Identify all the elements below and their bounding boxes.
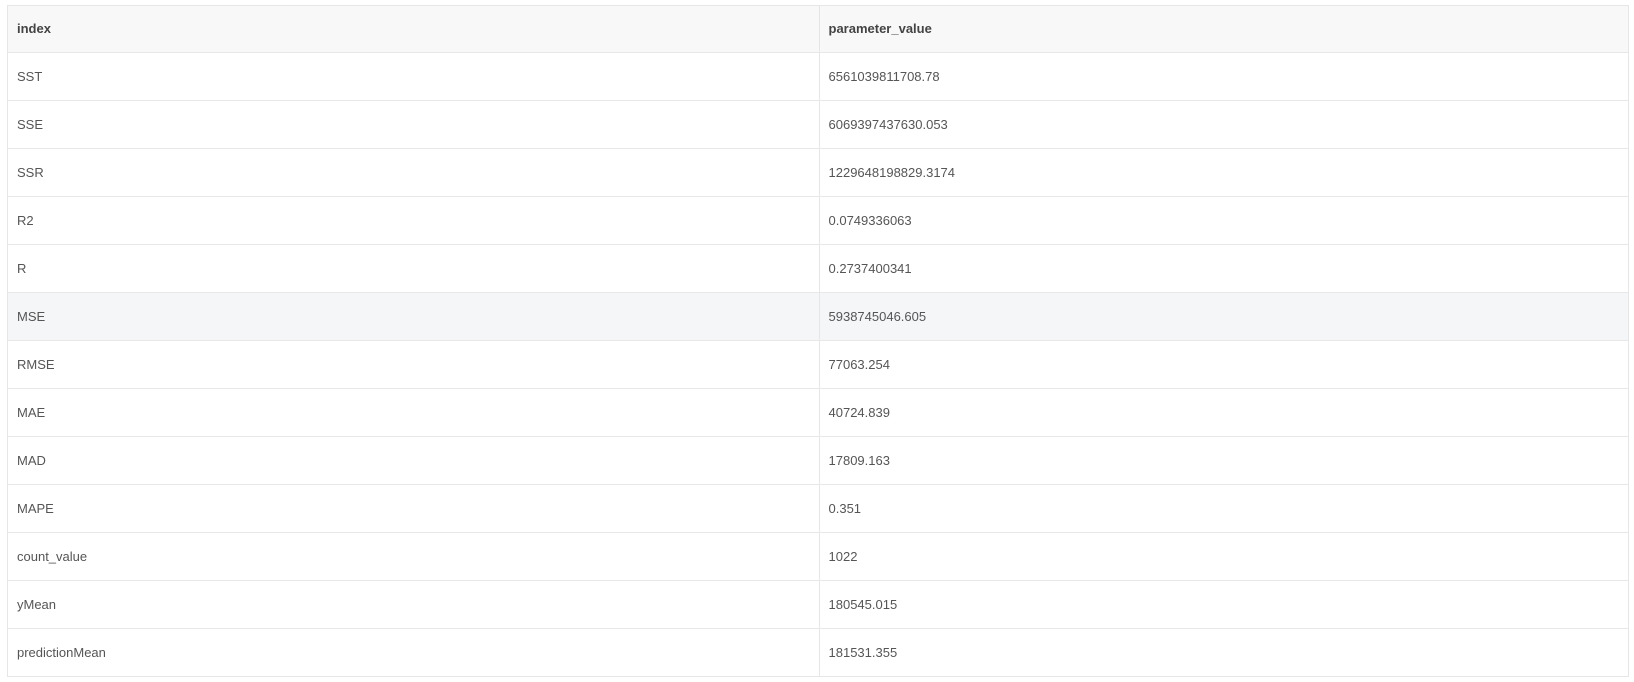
- cell-parameter-value: 5938745046.605: [819, 292, 1628, 341]
- cell-parameter-value: 77063.254: [819, 340, 1628, 389]
- cell-index: predictionMean: [8, 628, 820, 676]
- cell-index: count_value: [8, 532, 820, 581]
- cell-index: MSE: [8, 292, 820, 341]
- cell-parameter-value: 6069397437630.053: [819, 100, 1628, 149]
- metrics-table-container: index parameter_value SST 6561039811708.7…: [7, 5, 1629, 677]
- table-row[interactable]: SSE 6069397437630.053: [8, 100, 1628, 149]
- table-row[interactable]: SSR 1229648198829.3174: [8, 148, 1628, 197]
- table-row[interactable]: R 0.2737400341: [8, 244, 1628, 293]
- cell-parameter-value: 1229648198829.3174: [819, 148, 1628, 197]
- cell-index: MAE: [8, 388, 820, 437]
- column-header-index[interactable]: index: [8, 6, 820, 53]
- table-row[interactable]: MAPE 0.351: [8, 484, 1628, 533]
- table-row[interactable]: MSE 5938745046.605: [8, 292, 1628, 341]
- cell-parameter-value: 181531.355: [828, 644, 898, 660]
- table-row[interactable]: MAE 40724.839: [8, 388, 1628, 437]
- table-row[interactable]: RMSE 77063.254: [8, 340, 1628, 389]
- table-row[interactable]: SST 6561039811708.78: [8, 52, 1628, 101]
- cell-parameter-value: 0.2737400341: [819, 244, 1628, 293]
- cell-index: RMSE: [8, 340, 820, 389]
- cell-index: SST: [8, 52, 820, 101]
- cell-index: SSE: [8, 100, 820, 149]
- cell-parameter-value: 0.0749336063: [819, 196, 1628, 245]
- cell-index: R: [8, 244, 820, 293]
- column-header-parameter-value[interactable]: parameter_value: [819, 6, 1628, 53]
- cell-parameter-value: 17809.163: [819, 436, 1628, 485]
- cell-parameter-value: 6561039811708.78: [819, 52, 1628, 101]
- cell-parameter-value: 1022: [819, 532, 1628, 581]
- cell-index: MAPE: [8, 484, 820, 533]
- cell-parameter-value: 40724.839: [819, 388, 1628, 437]
- table-row[interactable]: yMean 180545.015: [8, 580, 1628, 629]
- table-row[interactable]: MAD 17809.163: [8, 436, 1628, 485]
- table-body: SST 6561039811708.78 SSE 6069397437630.053 S…: [8, 52, 1628, 676]
- metrics-table: index parameter_value SST 6561039811708.7…: [8, 6, 1628, 676]
- cell-index: MAD: [8, 436, 820, 485]
- cell-parameter-value: 0.351: [819, 484, 1628, 533]
- cell-index: R2: [8, 196, 820, 245]
- cell-index: SSR: [8, 148, 820, 197]
- table-header-row: index parameter_value: [8, 6, 1628, 53]
- table-row[interactable]: predictionMean 181531.355: [8, 628, 1628, 676]
- table-row[interactable]: count_value 1022: [8, 532, 1628, 581]
- cell-index: yMean: [8, 580, 820, 629]
- cell-parameter-value: 180545.015: [819, 580, 1628, 629]
- table-row[interactable]: R2 0.0749336063: [8, 196, 1628, 245]
